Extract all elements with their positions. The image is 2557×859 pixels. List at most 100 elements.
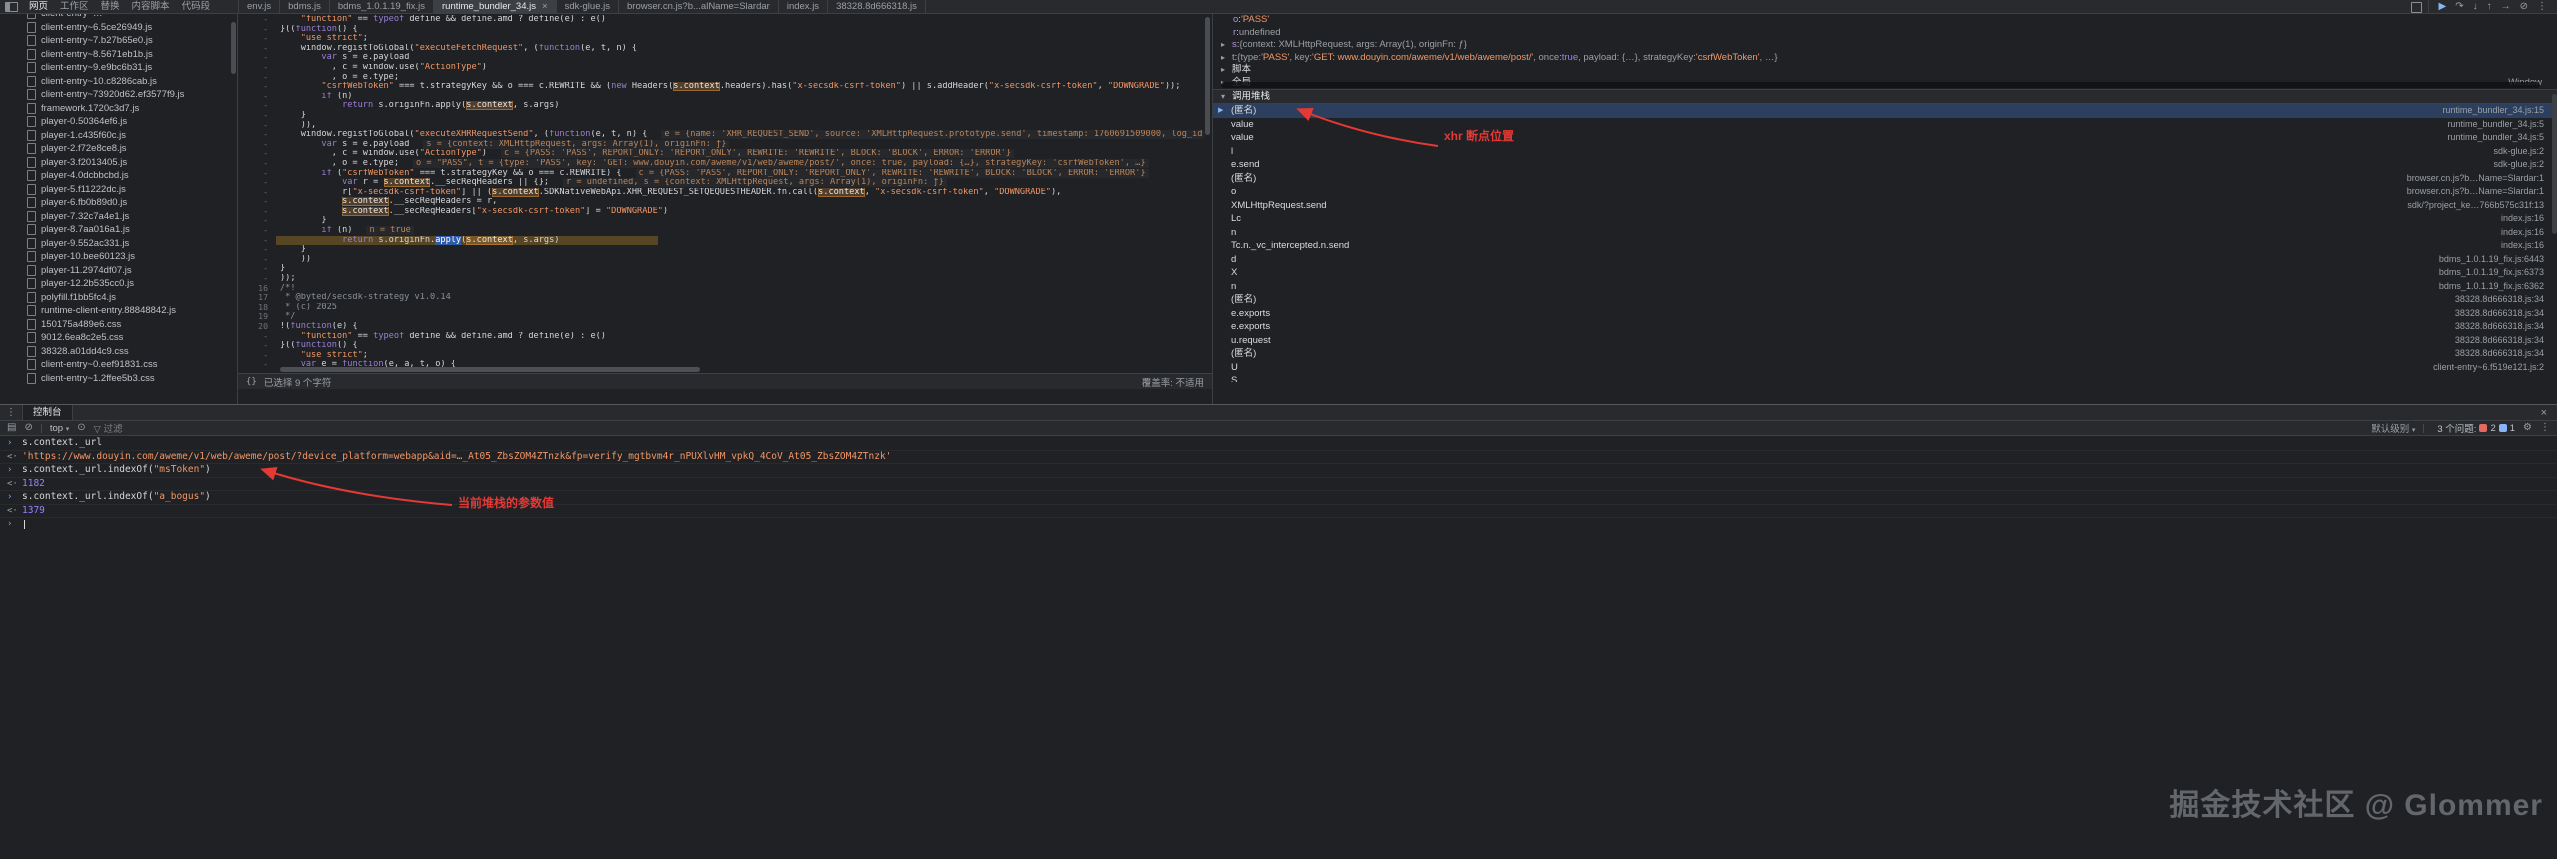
editor-options-icon[interactable] — [2410, 1, 2422, 13]
code-content[interactable]: if ("csrfWebToken" === t.strategyKey && … — [276, 169, 1204, 179]
navigator-tab[interactable]: 代码段 — [176, 0, 217, 13]
code-content[interactable]: return s.originFn.apply(s.context, s.arg… — [276, 101, 1204, 111]
line-number[interactable]: - — [238, 197, 276, 207]
file-tree-item[interactable]: player-6.fb0b89d0.js — [0, 196, 237, 210]
file-tree-item[interactable]: player-9.552ac331.js — [0, 237, 237, 251]
line-number[interactable]: - — [238, 216, 276, 226]
code-content[interactable]: * (c) 2025 — [276, 303, 1204, 313]
navigator-tab[interactable]: 网页 — [23, 0, 54, 13]
line-number[interactable]: - — [238, 34, 276, 44]
file-tree-item[interactable]: 150175a489e6.css — [0, 318, 237, 332]
step-over-button[interactable]: ↷ — [2455, 0, 2463, 13]
line-number[interactable]: - — [238, 149, 276, 159]
line-number[interactable]: - — [238, 91, 276, 102]
file-tree-item[interactable]: player-8.7aa016a1.js — [0, 223, 237, 237]
call-stack-frame[interactable]: d bdms_1.0.1.19_fix.js:6443 — [1213, 253, 2557, 267]
call-stack-frame[interactable]: n index.js:16 — [1213, 226, 2557, 240]
code-content[interactable]: var s = e.payload s = {context: XMLHttpRe… — [276, 140, 1204, 150]
call-stack-frame[interactable]: n bdms_1.0.1.19_fix.js:6362 — [1213, 280, 2557, 294]
deactivate-breakpoints-button[interactable]: ⊘ — [2520, 0, 2528, 13]
line-number[interactable]: 20 — [238, 321, 276, 332]
file-tree-item[interactable]: player-1.c435f60c.js — [0, 129, 237, 143]
file-tree-item[interactable]: player-0.50364ef6.js — [0, 115, 237, 129]
line-number[interactable]: 19 — [238, 312, 276, 322]
line-number[interactable]: - — [238, 158, 276, 169]
log-level-selector[interactable]: 默认级别 ▾ — [2371, 421, 2415, 435]
line-number[interactable]: - — [238, 225, 276, 236]
scope-variable[interactable]: r: undefined — [1213, 27, 2557, 40]
call-stack-frame[interactable]: l sdk-glue.js:2 — [1213, 145, 2557, 159]
file-tree-item[interactable]: client-entry~0.eef91831.css — [0, 358, 237, 372]
code-content[interactable]: }((function() { — [276, 341, 1204, 351]
code-content[interactable]: )) — [276, 255, 1204, 265]
line-number[interactable]: - — [238, 72, 276, 83]
step-out-button[interactable]: ↑ — [2487, 0, 2492, 13]
line-number[interactable]: - — [238, 245, 276, 255]
line-number[interactable]: - — [238, 273, 276, 284]
code-content[interactable]: "use strict"; — [276, 351, 1204, 361]
code-content[interactable]: window.registToGlobal("executeFetchReque… — [276, 44, 1204, 54]
code-content[interactable]: if (n) n = true — [276, 226, 1204, 236]
code-editor[interactable]: - "function" == typeof define && define.… — [238, 14, 1212, 404]
file-tree-item[interactable]: player-5.f11222dc.js — [0, 183, 237, 197]
navigator-tab[interactable]: 工作区 — [54, 0, 95, 13]
console-settings-icon[interactable]: ⚙ — [2523, 421, 2532, 435]
call-stack-frame[interactable]: u.request 38328.8d666318.js:34 — [1213, 334, 2557, 348]
file-tree-item[interactable]: client-entry~9.e9bc6b31.js — [0, 61, 237, 75]
code-content[interactable]: if (n) — [276, 92, 1204, 102]
console-sidebar-icon[interactable]: ▤ — [7, 421, 16, 435]
file-tree-item[interactable]: player-3.f2013405.js — [0, 156, 237, 170]
call-stack-frame[interactable]: (匿名) 38328.8d666318.js:34 — [1213, 293, 2557, 307]
line-number[interactable]: 18 — [238, 302, 276, 313]
code-content[interactable]: !(function(e) { — [276, 322, 1204, 332]
call-stack-header[interactable]: ▾ 调用堆栈 — [1213, 89, 2557, 104]
code-content[interactable]: s.context.__secReqHeaders = r, — [276, 197, 1204, 207]
context-selector[interactable]: top ▾ — [50, 423, 69, 434]
navigator-tab[interactable]: 替换 — [95, 0, 126, 13]
file-tree-item[interactable]: client-entry~7.b27b65e0.js — [0, 34, 237, 48]
line-number[interactable]: - — [238, 350, 276, 361]
line-number[interactable]: - — [238, 331, 276, 342]
live-expression-icon[interactable]: ⊙ — [77, 421, 85, 435]
call-stack-frame[interactable]: e.send sdk-glue.js:2 — [1213, 158, 2557, 172]
file-tab[interactable]: 38328.8d666318.js — [828, 0, 926, 13]
code-content[interactable]: * @byted/secsdk-strategy v1.0.14 — [276, 293, 1204, 303]
pretty-print-icon[interactable]: {} — [246, 377, 257, 387]
file-tab[interactable]: bdms_1.0.1.19_fix.js — [330, 0, 434, 13]
drawer-menu-icon[interactable]: ⋮ — [0, 407, 22, 418]
line-number[interactable]: - — [238, 120, 276, 131]
call-stack-frame[interactable]: Tc.n._vc_intercepted.n.send index.js:16 — [1213, 239, 2557, 253]
code-content[interactable]: } — [276, 111, 1204, 121]
file-tab[interactable]: env.js — [239, 0, 281, 13]
code-content[interactable]: )), — [276, 121, 1204, 131]
call-stack-frame[interactable]: e.exports 38328.8d666318.js:34 — [1213, 320, 2557, 334]
line-number[interactable]: - — [238, 177, 276, 188]
file-tree-item[interactable]: polyfill.f1bb5fc4.js — [0, 291, 237, 305]
more-options-button[interactable]: ⋮ — [2537, 0, 2547, 13]
editor-horizontal-scrollbar[interactable] — [280, 367, 700, 372]
line-number[interactable]: - — [238, 360, 276, 367]
code-content[interactable]: "function" == typeof define && define.am… — [276, 15, 1204, 25]
file-tab[interactable]: bdms.js — [280, 0, 330, 13]
file-tree-item[interactable]: player-12.2b535cc0.js — [0, 277, 237, 291]
call-stack-frame[interactable]: value runtime_bundler_34.js:5 — [1213, 118, 2557, 132]
code-content[interactable]: var r = s.context.__secReqHeaders || {};… — [276, 178, 1204, 188]
file-tree-item[interactable]: player-11.2974df07.js — [0, 264, 237, 278]
code-content[interactable]: } — [276, 216, 1204, 226]
code-content[interactable]: "use strict"; — [276, 34, 1204, 44]
line-number[interactable]: - — [238, 168, 276, 179]
line-number[interactable]: - — [238, 53, 276, 63]
call-stack-frame[interactable]: (匿名) runtime_bundler_34.js:15 — [1213, 104, 2557, 118]
file-tab[interactable]: browser.cn.js?b...alName=Slardar — [619, 0, 779, 13]
code-content[interactable]: r["x-secsdk-csrf-token"] || (s.context.S… — [276, 187, 1204, 198]
code-content[interactable]: var s = e.payload — [276, 53, 1204, 63]
navigator-scrollbar[interactable] — [231, 22, 236, 74]
file-tab[interactable]: index.js — [779, 0, 829, 13]
file-tree-item[interactable]: runtime-client-entry.88848842.js — [0, 304, 237, 318]
code-content[interactable]: , c = window.use("ActionType") c = {PASS:… — [276, 149, 1204, 159]
code-content[interactable]: window.registToGlobal("executeXHRRequest… — [276, 130, 1204, 140]
call-stack-frame[interactable]: (匿名) browser.cn.js?b…Name=Slardar:1 — [1213, 172, 2557, 186]
file-tree-item[interactable]: client-entry~73920d62.ef3577f9.js — [0, 88, 237, 102]
file-tree-item[interactable]: 9012.6ea8c2e5.css — [0, 331, 237, 345]
line-number[interactable]: - — [238, 264, 276, 274]
